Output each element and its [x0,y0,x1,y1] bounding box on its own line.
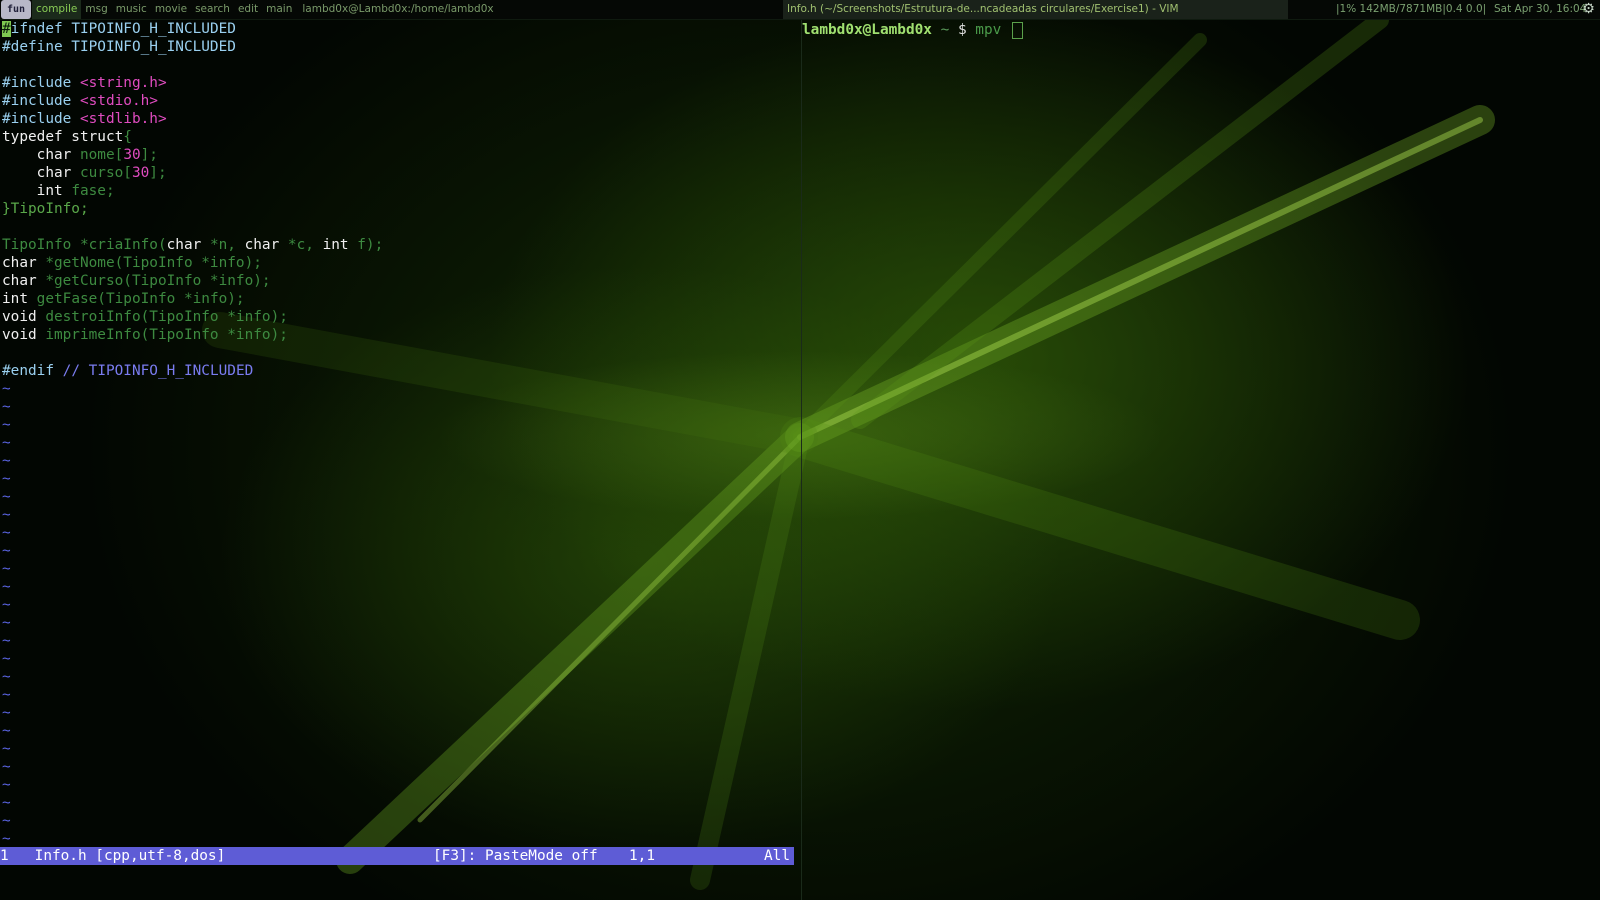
typed-command: mpv [975,22,1010,38]
vim-statusline: 1 Info.h [cpp,utf-8,dos] [F3]: PasteMode… [0,847,794,865]
empty-line-tilde: ~ [2,507,11,523]
code-line-2: #define TIPOINFO_H_INCLUDED [2,39,236,55]
empty-line-tilde: ~ [2,489,11,505]
statusline-buffer: 1 Info.h [cpp,utf-8,dos] [0,848,226,864]
empty-line-tilde: ~ [2,633,11,649]
focused-window-title[interactable]: Info.h (~/Screenshots/Estrutura-de...nca… [783,0,1288,19]
empty-line-tilde: ~ [2,381,11,397]
settings-gear-icon[interactable]: ⚙ [1579,0,1598,19]
tag-compile[interactable]: compile [32,0,82,19]
system-status: |1% 142MB/7871MB|0.4 0.0| [1336,3,1487,15]
clock: Sat Apr 30, 16:04 [1494,3,1587,15]
code-line-17: void destroiInfo(TipoInfo *info); [2,309,288,325]
tag-main[interactable]: main [262,0,296,19]
tag-edit[interactable]: edit [234,0,262,19]
terminal-cursor [1011,21,1023,39]
empty-line-tilde: ~ [2,435,11,451]
empty-line-tilde: ~ [2,777,11,793]
prompt-user: lambd0x@Lambd0x [802,22,932,38]
code-line-20: #endif // TIPOINFO_H_INCLUDED [2,363,254,379]
empty-line-tilde: ~ [2,453,11,469]
code-line-5: #include <stdio.h> [2,93,158,109]
empty-line-tilde: ~ [2,813,11,829]
terminal-window-tab[interactable]: lambd0x@Lambd0x:/home/lambd0x [296,0,499,19]
empty-line-tilde: ~ [2,579,11,595]
empty-line-tilde: ~ [2,651,11,667]
empty-line-tilde: ~ [2,759,11,775]
statusline-cursor-position: 1,1 [629,848,655,864]
prompt-path: ~ [931,22,958,38]
empty-line-tilde: ~ [2,417,11,433]
tag-search[interactable]: search [191,0,234,19]
empty-line-tilde: ~ [2,831,11,847]
code-line-13: TipoInfo *criaInfo(char *n, char *c, int… [2,237,384,253]
empty-line-tilde: ~ [2,669,11,685]
tag-msg[interactable]: msg [81,0,111,19]
empty-line-tilde: ~ [2,741,11,757]
tag-music[interactable]: music [112,0,151,19]
launcher-logo-icon[interactable]: fun [1,0,31,19]
prompt-symbol: $ [957,22,976,38]
shell-prompt: lambd0x@Lambd0x ~ $ mpv [802,20,1023,40]
empty-line-tilde: ~ [2,687,11,703]
code-line-10: int fase; [2,183,115,199]
empty-line-tilde: ~ [2,525,11,541]
empty-line-tilde: ~ [2,597,11,613]
empty-line-tilde: ~ [2,723,11,739]
empty-line-tilde: ~ [2,399,11,415]
code-line-8: char nome[30]; [2,147,158,163]
statusline-scroll: All [764,848,790,864]
code-line-18: void imprimeInfo(TipoInfo *info); [2,327,288,343]
tag-movie[interactable]: movie [151,0,191,19]
empty-line-tilde: ~ [2,543,11,559]
vim-editor-pane[interactable]: #ifndef TIPOINFO_H_INCLUDED #define TIPO… [0,20,801,900]
empty-line-tilde: ~ [2,561,11,577]
terminal-pane[interactable]: lambd0x@Lambd0x ~ $ mpv [802,20,1600,900]
code-line-11: }TipoInfo; [2,201,89,217]
empty-line-tilde: ~ [2,795,11,811]
statusline-paste-mode: [F3]: PasteMode off [433,848,598,864]
code-line-1: #ifndef TIPOINFO_H_INCLUDED [2,21,236,37]
code-line-14: char *getNome(TipoInfo *info); [2,255,262,271]
empty-line-tilde: ~ [2,471,11,487]
empty-line-tilde: ~ [2,615,11,631]
code-line-4: #include <string.h> [2,75,167,91]
code-line-6: #include <stdlib.h> [2,111,167,127]
window-manager-bar: fun compile msg music movie search edit … [0,0,1600,20]
code-line-15: char *getCurso(TipoInfo *info); [2,273,271,289]
code-line-16: int getFase(TipoInfo *info); [2,291,245,307]
code-line-7: typedef struct{ [2,129,132,145]
text-cursor: # [2,21,11,37]
workspace-tags: compile msg music movie search edit main… [32,0,500,19]
code-line-9: char curso[30]; [2,165,167,181]
empty-line-tilde: ~ [2,705,11,721]
